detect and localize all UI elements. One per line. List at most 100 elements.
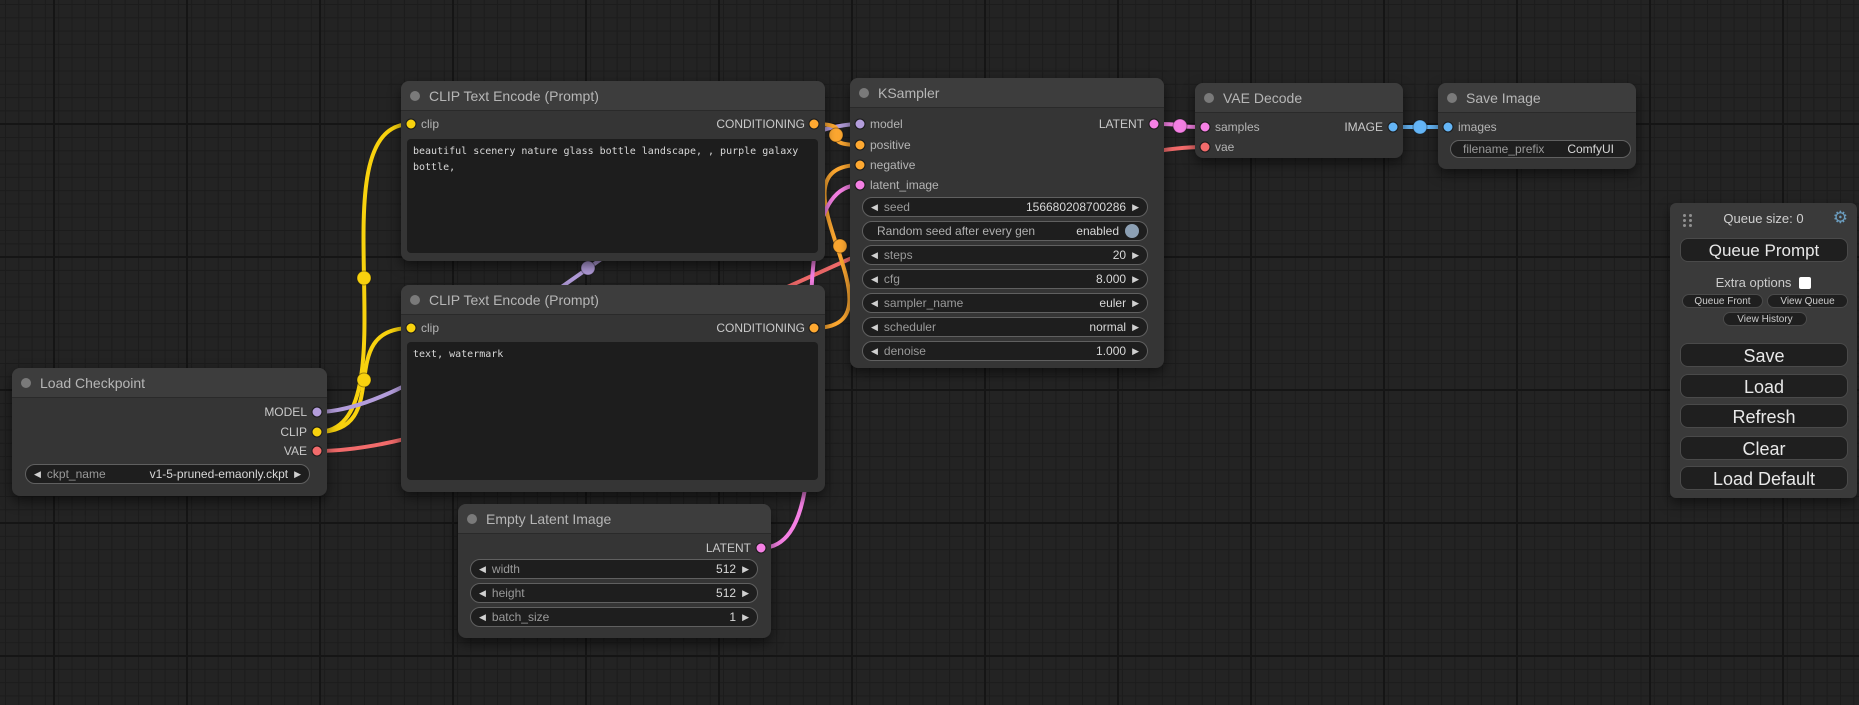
increment-arrow-icon[interactable]: ▶ bbox=[1132, 347, 1139, 356]
load-button[interactable]: Load bbox=[1680, 374, 1848, 398]
decrement-arrow-icon[interactable]: ◀ bbox=[871, 347, 878, 356]
node-title-bar[interactable]: Empty Latent Image bbox=[458, 504, 771, 534]
steps-widget[interactable]: ◀ steps 20 ▶ bbox=[862, 245, 1148, 265]
queue-front-button[interactable]: Queue Front bbox=[1682, 294, 1763, 308]
node-title-bar[interactable]: KSampler bbox=[850, 78, 1164, 108]
output-conditioning-label: CONDITIONING bbox=[716, 318, 825, 338]
ckpt-name-widget[interactable]: ◀ ckpt_name v1-5-pruned-emaonly.ckpt ▶ bbox=[25, 464, 310, 484]
node-title: CLIP Text Encode (Prompt) bbox=[429, 88, 599, 104]
increment-arrow-icon[interactable]: ▶ bbox=[1132, 275, 1139, 284]
node-save-image[interactable]: Save Image images filename_prefix ComfyU… bbox=[1438, 83, 1636, 169]
sampler-name-widget[interactable]: ◀ sampler_name euler ▶ bbox=[862, 293, 1148, 313]
negative-prompt-textarea[interactable]: text, watermark bbox=[407, 342, 818, 480]
link-midpoint-dot bbox=[581, 261, 595, 275]
input-vae-label: vae bbox=[1195, 137, 1403, 157]
decrement-arrow-icon[interactable]: ◀ bbox=[479, 589, 486, 598]
link-midpoint-dot bbox=[829, 128, 843, 142]
height-widget[interactable]: ◀ height 512 ▶ bbox=[470, 583, 758, 603]
view-history-button[interactable]: View History bbox=[1723, 312, 1807, 326]
node-title: VAE Decode bbox=[1223, 90, 1302, 106]
view-queue-button[interactable]: View Queue bbox=[1767, 294, 1848, 308]
node-vae-decode[interactable]: VAE Decode samples IMAGE vae bbox=[1195, 83, 1403, 158]
decrement-arrow-icon[interactable]: ◀ bbox=[871, 323, 878, 332]
input-model-label: model bbox=[850, 114, 903, 134]
output-model-label: MODEL bbox=[12, 402, 327, 422]
node-title: Load Checkpoint bbox=[40, 375, 145, 391]
node-title-bar[interactable]: CLIP Text Encode (Prompt) bbox=[401, 285, 825, 315]
link-midpoint-dot bbox=[357, 373, 371, 387]
collapse-dot-icon[interactable] bbox=[467, 514, 477, 524]
output-vae-label: VAE bbox=[12, 441, 327, 461]
node-ksampler[interactable]: KSampler model LATENT positive negative … bbox=[850, 78, 1164, 368]
output-clip-label: CLIP bbox=[12, 422, 327, 442]
node-empty-latent-image[interactable]: Empty Latent Image LATENT ◀ width 512 ▶ … bbox=[458, 504, 771, 638]
input-images-label: images bbox=[1438, 117, 1636, 137]
denoise-widget[interactable]: ◀ denoise 1.000 ▶ bbox=[862, 341, 1148, 361]
node-clip-text-encode-positive[interactable]: CLIP Text Encode (Prompt) clip CONDITION… bbox=[401, 81, 825, 261]
node-title-bar[interactable]: VAE Decode bbox=[1195, 83, 1403, 113]
increment-arrow-icon[interactable]: ▶ bbox=[1132, 323, 1139, 332]
link-midpoint-dot bbox=[357, 271, 371, 285]
link-midpoint-dot bbox=[1173, 119, 1187, 133]
decrement-arrow-icon[interactable]: ◀ bbox=[871, 251, 878, 260]
scheduler-widget[interactable]: ◀ scheduler normal ▶ bbox=[862, 317, 1148, 337]
decrement-arrow-icon[interactable]: ◀ bbox=[479, 613, 486, 622]
input-negative-label: negative bbox=[850, 155, 1164, 175]
cfg-widget[interactable]: ◀ cfg 8.000 ▶ bbox=[862, 269, 1148, 289]
decrement-arrow-icon[interactable]: ◀ bbox=[871, 299, 878, 308]
increment-arrow-icon[interactable]: ▶ bbox=[294, 470, 301, 479]
node-title: Save Image bbox=[1466, 90, 1541, 106]
increment-arrow-icon[interactable]: ▶ bbox=[742, 565, 749, 574]
increment-arrow-icon[interactable]: ▶ bbox=[1132, 203, 1139, 212]
node-title-bar[interactable]: Load Checkpoint bbox=[12, 368, 327, 398]
node-title: CLIP Text Encode (Prompt) bbox=[429, 292, 599, 308]
link-midpoint-dot bbox=[1413, 120, 1427, 134]
collapse-dot-icon[interactable] bbox=[1204, 93, 1214, 103]
graph-canvas[interactable]: Load Checkpoint MODEL CLIP VAE ◀ ckpt_na… bbox=[0, 0, 1859, 705]
collapse-dot-icon[interactable] bbox=[410, 295, 420, 305]
toggle-circle-icon[interactable] bbox=[1125, 224, 1139, 238]
decrement-arrow-icon[interactable]: ◀ bbox=[34, 470, 41, 479]
collapse-dot-icon[interactable] bbox=[1447, 93, 1457, 103]
collapse-dot-icon[interactable] bbox=[410, 91, 420, 101]
collapse-dot-icon[interactable] bbox=[21, 378, 31, 388]
random-seed-toggle-widget[interactable]: Random seed after every gen enabled bbox=[862, 221, 1148, 241]
increment-arrow-icon[interactable]: ▶ bbox=[742, 613, 749, 622]
positive-prompt-textarea[interactable]: beautiful scenery nature glass bottle la… bbox=[407, 139, 818, 253]
input-positive-label: positive bbox=[850, 135, 1164, 155]
node-clip-text-encode-negative[interactable]: CLIP Text Encode (Prompt) clip CONDITION… bbox=[401, 285, 825, 492]
decrement-arrow-icon[interactable]: ◀ bbox=[871, 275, 878, 284]
decrement-arrow-icon[interactable]: ◀ bbox=[479, 565, 486, 574]
batch-size-widget[interactable]: ◀ batch_size 1 ▶ bbox=[470, 607, 758, 627]
link-midpoint-dot bbox=[833, 239, 847, 253]
input-clip-label: clip bbox=[401, 318, 439, 338]
queue-prompt-button[interactable]: Queue Prompt bbox=[1680, 238, 1848, 262]
output-latent-label: LATENT bbox=[1099, 114, 1164, 134]
increment-arrow-icon[interactable]: ▶ bbox=[1132, 251, 1139, 260]
seed-widget[interactable]: ◀ seed 156680208700286 ▶ bbox=[862, 197, 1148, 217]
extra-options-label: Extra options bbox=[1716, 275, 1792, 290]
load-default-button[interactable]: Load Default bbox=[1680, 466, 1848, 490]
node-title-bar[interactable]: Save Image bbox=[1438, 83, 1636, 113]
output-conditioning-label: CONDITIONING bbox=[716, 114, 825, 134]
node-title: KSampler bbox=[878, 85, 939, 101]
refresh-button[interactable]: Refresh bbox=[1680, 404, 1848, 428]
queue-panel: Queue size: 0 ⚙ Queue Prompt Extra optio… bbox=[1670, 203, 1857, 498]
extra-options-checkbox[interactable] bbox=[1799, 277, 1811, 289]
clear-button[interactable]: Clear bbox=[1680, 436, 1848, 460]
width-widget[interactable]: ◀ width 512 ▶ bbox=[470, 559, 758, 579]
increment-arrow-icon[interactable]: ▶ bbox=[742, 589, 749, 598]
node-load-checkpoint[interactable]: Load Checkpoint MODEL CLIP VAE ◀ ckpt_na… bbox=[12, 368, 327, 496]
decrement-arrow-icon[interactable]: ◀ bbox=[871, 203, 878, 212]
gear-icon[interactable]: ⚙ bbox=[1833, 208, 1848, 228]
filename-prefix-widget[interactable]: filename_prefix ComfyUI bbox=[1450, 140, 1631, 158]
queue-size-label: Queue size: 0 bbox=[1670, 211, 1857, 226]
input-samples-label: samples bbox=[1195, 117, 1260, 137]
output-image-label: IMAGE bbox=[1344, 117, 1403, 137]
increment-arrow-icon[interactable]: ▶ bbox=[1132, 299, 1139, 308]
save-button[interactable]: Save bbox=[1680, 343, 1848, 367]
node-title: Empty Latent Image bbox=[486, 511, 611, 527]
output-latent-label: LATENT bbox=[458, 538, 771, 558]
collapse-dot-icon[interactable] bbox=[859, 88, 869, 98]
node-title-bar[interactable]: CLIP Text Encode (Prompt) bbox=[401, 81, 825, 111]
